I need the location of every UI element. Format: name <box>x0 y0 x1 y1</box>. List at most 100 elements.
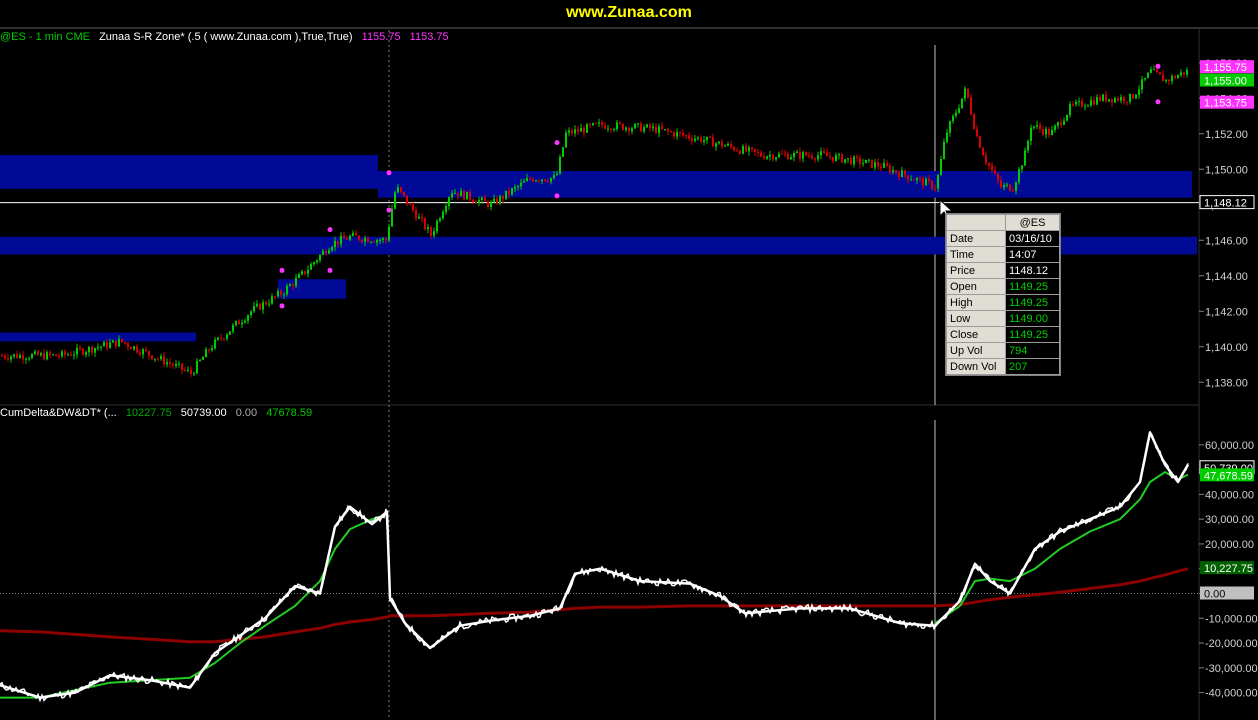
candle-body <box>394 192 396 209</box>
delta-tick-label: 20,000.00 <box>1205 539 1254 551</box>
candle-body <box>199 359 201 362</box>
candle-body <box>784 153 786 155</box>
candle-body <box>259 303 261 310</box>
candle-body <box>1 355 3 357</box>
candle-body <box>322 250 324 255</box>
data-row: Up Vol 794 <box>946 342 1060 359</box>
candle-body <box>1156 69 1158 73</box>
data-value: 1148.12 <box>1005 262 1060 279</box>
candle-body <box>886 163 888 166</box>
candle-body <box>4 355 6 358</box>
candle-body <box>70 354 72 356</box>
candle-body <box>73 354 75 356</box>
candle-body <box>508 190 510 195</box>
candle-body <box>343 235 345 239</box>
candle-body <box>466 191 468 200</box>
candle-body <box>1177 75 1179 79</box>
candle-body <box>883 163 885 168</box>
candle-body <box>979 136 981 148</box>
candle-body <box>409 203 411 205</box>
delta-indicator-label: CumDelta&DW&DT* (... <box>0 407 117 419</box>
candle-body <box>451 193 453 198</box>
swing-marker <box>279 267 285 273</box>
candle-body <box>121 338 123 342</box>
candle-body <box>1135 94 1137 99</box>
candle-body <box>76 347 78 355</box>
candle-body <box>553 175 555 179</box>
candle-body <box>370 241 372 243</box>
candle-body <box>1171 76 1173 82</box>
candle-body <box>448 197 450 207</box>
candle-body <box>1045 128 1047 135</box>
candle-body <box>109 342 111 348</box>
swing-marker <box>554 140 560 146</box>
candle-body <box>64 351 66 355</box>
candle-body <box>1099 97 1101 101</box>
candle-body <box>1033 126 1035 128</box>
candle-body <box>232 325 234 332</box>
candle-body <box>616 122 618 130</box>
slow-average-line <box>0 567 1189 644</box>
data-label: Open <box>946 278 1006 295</box>
candle-body <box>817 155 819 160</box>
candle-body <box>664 129 666 131</box>
data-value: 1149.25 <box>1005 294 1060 311</box>
candle-body <box>514 186 516 189</box>
candle-body <box>526 178 528 182</box>
candle-body <box>346 238 348 240</box>
delta-tick-label: -10,000.00 <box>1205 613 1258 625</box>
candle-body <box>898 172 900 178</box>
swing-marker <box>386 170 392 176</box>
swing-marker <box>386 207 392 213</box>
data-row: Down Vol 207 <box>946 358 1060 375</box>
data-row: Price 1148.12 <box>946 262 1060 279</box>
candle-body <box>325 250 327 254</box>
price-label: 1,153.75 <box>1204 98 1247 110</box>
candle-body <box>163 356 165 365</box>
candle-body <box>670 131 672 133</box>
cum-delta-line <box>0 431 1190 699</box>
candle-body <box>133 346 135 350</box>
price-indicator-title: @ES - 1 min CME Zunaa S-R Zone* (.5 ( ww… <box>0 31 455 43</box>
delta-tick-label: 40,000.00 <box>1205 489 1254 501</box>
delta-value-2: 50739.00 <box>180 407 227 419</box>
candle-body <box>793 152 795 158</box>
candle-body <box>661 126 663 130</box>
candle-body <box>673 132 675 137</box>
candle-body <box>688 135 690 139</box>
candle-body <box>91 346 93 353</box>
candle-body <box>1183 72 1185 75</box>
candle-body <box>286 286 288 295</box>
candle-body <box>355 232 357 236</box>
candle-body <box>484 197 486 202</box>
candle-body <box>874 162 876 168</box>
candle-body <box>376 240 378 243</box>
candle-body <box>940 158 942 176</box>
swing-marker <box>327 227 333 233</box>
chart-area[interactable]: 1,138.00 1,140.00 1,142.00 1,144.00 1,146.00… <box>0 0 1258 720</box>
delta-tick-label: 30,000.00 <box>1205 514 1254 526</box>
candle-body <box>1009 184 1011 191</box>
candle-body <box>220 337 222 339</box>
candle-body <box>733 146 735 151</box>
sr-zone <box>278 279 346 299</box>
candle-body <box>493 198 495 203</box>
candle-body <box>1105 94 1107 102</box>
candle-body <box>358 235 360 240</box>
candle-body <box>157 358 159 360</box>
candle-body <box>982 147 984 156</box>
candle-body <box>964 88 966 99</box>
candle-body <box>730 143 732 147</box>
candle-body <box>541 179 543 182</box>
candle-body <box>388 226 390 241</box>
candle-body <box>175 363 177 366</box>
data-window[interactable]: @ES Date 03/16/10 Time 14:07 Price 1148.12 … <box>945 213 1061 376</box>
candle-body <box>1006 184 1008 186</box>
candle-body <box>1072 104 1074 106</box>
candle-body <box>1042 129 1044 135</box>
candle-body <box>838 154 840 156</box>
candle-body <box>184 369 186 371</box>
candle-body <box>919 178 921 180</box>
candle-body <box>211 348 213 351</box>
candle-body <box>25 358 27 360</box>
